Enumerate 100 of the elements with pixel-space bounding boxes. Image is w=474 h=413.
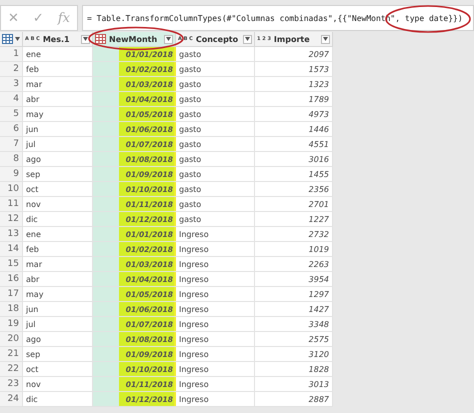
table-cell: Ingreso: [176, 287, 255, 302]
table-cell: Ingreso: [176, 377, 255, 392]
row-number: 8: [0, 152, 23, 167]
row-number: 22: [0, 362, 23, 377]
table-cell: 4551: [255, 137, 333, 152]
row-number: 23: [0, 377, 23, 392]
table-cell: oct: [23, 362, 93, 377]
table-cell: gasto: [176, 62, 255, 77]
row-number: 9: [0, 167, 23, 182]
table-cell: oct: [23, 182, 93, 197]
table-cell: jul: [23, 137, 93, 152]
table-cell: Ingreso: [176, 272, 255, 287]
table-cell: 3016: [255, 152, 333, 167]
row-number: 3: [0, 77, 23, 92]
row-number: 6: [0, 122, 23, 137]
table-cell: nov: [23, 377, 93, 392]
table-cell: Ingreso: [176, 257, 255, 272]
row-number: 2: [0, 62, 23, 77]
column-title: NewMonth: [109, 34, 158, 44]
table-cell: 2263: [255, 257, 333, 272]
table-cell: gasto: [176, 152, 255, 167]
table-cell: 3013: [255, 377, 333, 392]
table-cell: gasto: [176, 212, 255, 227]
table-cell: 2356: [255, 182, 333, 197]
table-cell: jul: [23, 317, 93, 332]
row-number: 4: [0, 92, 23, 107]
dropdown-icon: [83, 37, 88, 41]
table-cell: ago: [23, 332, 93, 347]
dropdown-icon: [245, 37, 250, 41]
dropdown-icon: [15, 37, 20, 41]
table-cell: gasto: [176, 182, 255, 197]
table-cell: gasto: [176, 77, 255, 92]
table-cell: 1227: [255, 212, 333, 227]
row-number: 5: [0, 107, 23, 122]
table-cell: Ingreso: [176, 227, 255, 242]
table-cell: 1573: [255, 62, 333, 77]
table-cell: mar: [23, 257, 93, 272]
row-number: 11: [0, 197, 23, 212]
table-cell: 2575: [255, 332, 333, 347]
row-number: 7: [0, 137, 23, 152]
table-cell: feb: [23, 242, 93, 257]
table-cell: 1019: [255, 242, 333, 257]
table-cell: 2887: [255, 392, 333, 407]
row-number: 20: [0, 332, 23, 347]
row-number: 17: [0, 287, 23, 302]
table-cell: Ingreso: [176, 392, 255, 407]
row-number: 10: [0, 182, 23, 197]
table-cell: ene: [23, 227, 93, 242]
row-number: 12: [0, 212, 23, 227]
table-cell: Ingreso: [176, 347, 255, 362]
table-cell: jun: [23, 302, 93, 317]
table-cell: gasto: [176, 47, 255, 62]
table-cell: 1789: [255, 92, 333, 107]
table-cell: Ingreso: [176, 362, 255, 377]
row-number: 19: [0, 317, 23, 332]
table-cell: feb: [23, 62, 93, 77]
row-number: 21: [0, 347, 23, 362]
table-cell: gasto: [176, 92, 255, 107]
table-cell: 1427: [255, 302, 333, 317]
table-cell: 4973: [255, 107, 333, 122]
table-cell: dic: [23, 212, 93, 227]
table-cell: gasto: [176, 107, 255, 122]
table-cell: sep: [23, 167, 93, 182]
table-cell: 1455: [255, 167, 333, 182]
row-number: 18: [0, 302, 23, 317]
table-cell: 1297: [255, 287, 333, 302]
row-number: 24: [0, 392, 23, 407]
column-header[interactable]: NewMonth: [93, 32, 176, 47]
table-cell: gasto: [176, 167, 255, 182]
table-cell: 1446: [255, 122, 333, 137]
column-title: Importe: [274, 34, 310, 44]
row-number: 14: [0, 242, 23, 257]
table-cell: ene: [23, 47, 93, 62]
table-cell: jun: [23, 122, 93, 137]
table-cell: gasto: [176, 122, 255, 137]
column-title: Mes.1: [42, 34, 70, 44]
row-number: 16: [0, 272, 23, 287]
table-cell: gasto: [176, 197, 255, 212]
table-icon: [95, 34, 106, 44]
table-cell: dic: [23, 392, 93, 407]
row-number: 1: [0, 47, 23, 62]
table-cell: 1828: [255, 362, 333, 377]
table-cell: Ingreso: [176, 302, 255, 317]
table-cell: 3954: [255, 272, 333, 287]
column-title: Concepto: [196, 34, 238, 44]
dropdown-icon: [166, 37, 171, 41]
table-cell: sep: [23, 347, 93, 362]
row-number: 15: [0, 257, 23, 272]
row-number: 13: [0, 227, 23, 242]
table-cell: may: [23, 107, 93, 122]
table-cell: 2097: [255, 47, 333, 62]
table-cell: 1323: [255, 77, 333, 92]
table-cell: nov: [23, 197, 93, 212]
table-cell: abr: [23, 272, 93, 287]
table-cell: 2701: [255, 197, 333, 212]
table-cell: gasto: [176, 137, 255, 152]
table-cell: 3120: [255, 347, 333, 362]
table-cell: may: [23, 287, 93, 302]
table-cell: Ingreso: [176, 332, 255, 347]
table-cell: 3348: [255, 317, 333, 332]
